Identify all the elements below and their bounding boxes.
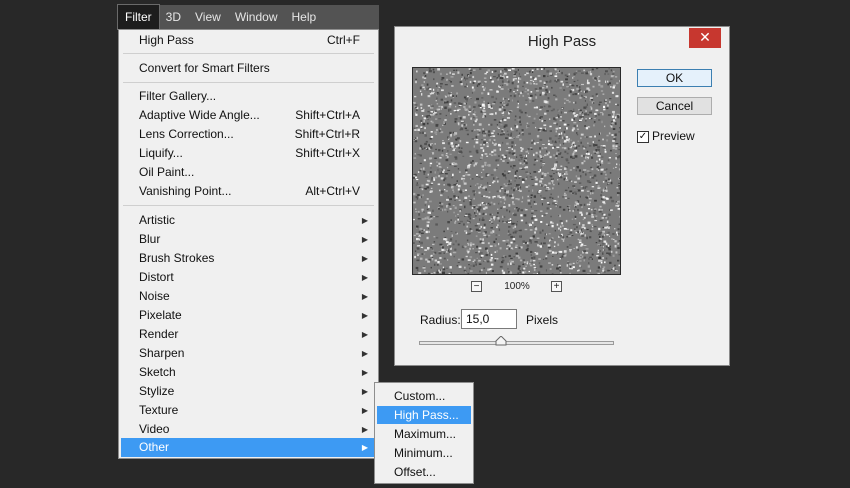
menu-item-label: Sharpen xyxy=(139,346,185,360)
menu-item-label: Oil Paint... xyxy=(139,165,195,179)
menu-item-sharpen[interactable]: Sharpen ▶ xyxy=(121,344,376,363)
menu-3d[interactable]: 3D xyxy=(159,5,188,29)
submenu-item-maximum[interactable]: Maximum... xyxy=(377,425,471,443)
close-icon[interactable]: ✕ xyxy=(689,28,721,48)
menu-item-blur[interactable]: Blur ▶ xyxy=(121,230,376,249)
pixels-label: Pixels xyxy=(526,313,559,327)
menu-item-oil-paint[interactable]: Oil Paint... xyxy=(121,163,376,182)
submenu-item-offset[interactable]: Offset... xyxy=(377,463,471,481)
radius-label: Radius: xyxy=(420,313,461,327)
menu-item-brush-strokes[interactable]: Brush Strokes ▶ xyxy=(121,249,376,268)
submenu-arrow-icon: ▶ xyxy=(361,216,368,225)
menu-separator xyxy=(123,205,374,206)
menu-view[interactable]: View xyxy=(188,5,228,29)
menu-filter[interactable]: Filter xyxy=(117,4,160,30)
submenu-arrow-icon: ▶ xyxy=(361,368,368,377)
other-submenu: Custom... High Pass... Maximum... Minimu… xyxy=(374,382,474,484)
menu-item-label: Lens Correction... xyxy=(139,127,234,141)
submenu-arrow-icon: ▶ xyxy=(361,292,368,301)
preview-checkbox[interactable]: ✓ xyxy=(637,131,649,143)
menu-item-sketch[interactable]: Sketch ▶ xyxy=(121,363,376,382)
menu-separator xyxy=(123,82,374,83)
menu-item-label: Render xyxy=(139,327,179,341)
menu-item-label: Brush Strokes xyxy=(139,251,215,265)
menu-item-last-filter[interactable]: High Pass Ctrl+F xyxy=(121,31,376,50)
submenu-arrow-icon: ▶ xyxy=(361,254,368,263)
zoom-in-icon[interactable]: + xyxy=(551,281,562,292)
menu-item-video[interactable]: Video ▶ xyxy=(121,420,376,439)
menu-help[interactable]: Help xyxy=(285,5,324,29)
menu-item-convert-smart-filters[interactable]: Convert for Smart Filters xyxy=(121,59,376,78)
submenu-item-high-pass[interactable]: High Pass... xyxy=(377,406,471,424)
radius-input[interactable] xyxy=(461,309,517,329)
menu-item-label: Pixelate xyxy=(139,308,182,322)
menubar: Filter 3D View Window Help xyxy=(117,4,379,30)
menu-item-pixelate[interactable]: Pixelate ▶ xyxy=(121,306,376,325)
menu-item-label: Stylize xyxy=(139,384,175,398)
submenu-item-minimum[interactable]: Minimum... xyxy=(377,444,471,462)
shortcut-label: Ctrl+F xyxy=(327,33,360,47)
menu-item-label: Distort xyxy=(139,270,174,284)
menu-item-label: Texture xyxy=(139,403,179,417)
cancel-button[interactable]: Cancel xyxy=(637,97,712,115)
menu-item-noise[interactable]: Noise ▶ xyxy=(121,287,376,306)
submenu-arrow-icon: ▶ xyxy=(361,406,368,415)
menu-item-label: Convert for Smart Filters xyxy=(139,61,270,75)
menu-window[interactable]: Window xyxy=(228,5,285,29)
menu-item-adaptive-wide-angle[interactable]: Adaptive Wide Angle... Shift+Ctrl+A xyxy=(121,106,376,125)
preview-label: Preview xyxy=(652,129,695,143)
menu-item-label: Filter Gallery... xyxy=(139,89,217,103)
dialog-title: High Pass xyxy=(527,33,597,50)
menu-item-other[interactable]: Other ▶ xyxy=(121,438,376,457)
menu-item-lens-correction[interactable]: Lens Correction... Shift+Ctrl+R xyxy=(121,125,376,144)
menu-item-label: Sketch xyxy=(139,365,176,379)
submenu-arrow-icon: ▶ xyxy=(361,330,368,339)
shortcut-label: Shift+Ctrl+A xyxy=(295,108,360,122)
menu-item-stylize[interactable]: Stylize ▶ xyxy=(121,382,376,401)
submenu-arrow-icon: ▶ xyxy=(361,273,368,282)
submenu-arrow-icon: ▶ xyxy=(361,443,368,452)
submenu-item-custom[interactable]: Custom... xyxy=(377,387,471,405)
filter-menu: High Pass Ctrl+F Convert for Smart Filte… xyxy=(118,29,379,459)
preview-image[interactable] xyxy=(412,67,621,275)
menu-item-artistic[interactable]: Artistic ▶ xyxy=(121,211,376,230)
menu-item-label: Other xyxy=(139,440,170,454)
zoom-out-icon[interactable]: − xyxy=(471,281,482,292)
menu-item-render[interactable]: Render ▶ xyxy=(121,325,376,344)
menu-item-label: Adaptive Wide Angle... xyxy=(139,108,260,122)
shortcut-label: Shift+Ctrl+X xyxy=(295,146,360,160)
zoom-level: 100% xyxy=(504,281,530,292)
menu-item-texture[interactable]: Texture ▶ xyxy=(121,401,376,420)
shortcut-label: Alt+Ctrl+V xyxy=(305,184,360,198)
submenu-arrow-icon: ▶ xyxy=(361,387,368,396)
menu-item-liquify[interactable]: Liquify... Shift+Ctrl+X xyxy=(121,144,376,163)
menu-item-label: High Pass xyxy=(139,33,194,47)
menu-item-label: Vanishing Point... xyxy=(139,184,232,198)
submenu-arrow-icon: ▶ xyxy=(361,311,368,320)
menu-item-label: Video xyxy=(139,422,170,436)
radius-slider[interactable] xyxy=(419,341,614,345)
menu-item-label: Blur xyxy=(139,232,161,246)
menu-item-label: Artistic xyxy=(139,213,175,227)
submenu-arrow-icon: ▶ xyxy=(361,349,368,358)
ok-button[interactable]: OK xyxy=(637,69,712,87)
menu-separator xyxy=(123,53,374,54)
menu-item-label: Liquify... xyxy=(139,146,183,160)
menu-item-filter-gallery[interactable]: Filter Gallery... xyxy=(121,87,376,106)
menu-item-vanishing-point[interactable]: Vanishing Point... Alt+Ctrl+V xyxy=(121,182,376,201)
menu-item-distort[interactable]: Distort ▶ xyxy=(121,268,376,287)
submenu-arrow-icon: ▶ xyxy=(361,425,368,434)
shortcut-label: Shift+Ctrl+R xyxy=(294,127,360,141)
high-pass-dialog: High Pass ✕ − 100% + OK Cancel ✓ Preview… xyxy=(394,26,730,366)
submenu-arrow-icon: ▶ xyxy=(361,235,368,244)
menu-item-label: Noise xyxy=(139,289,170,303)
